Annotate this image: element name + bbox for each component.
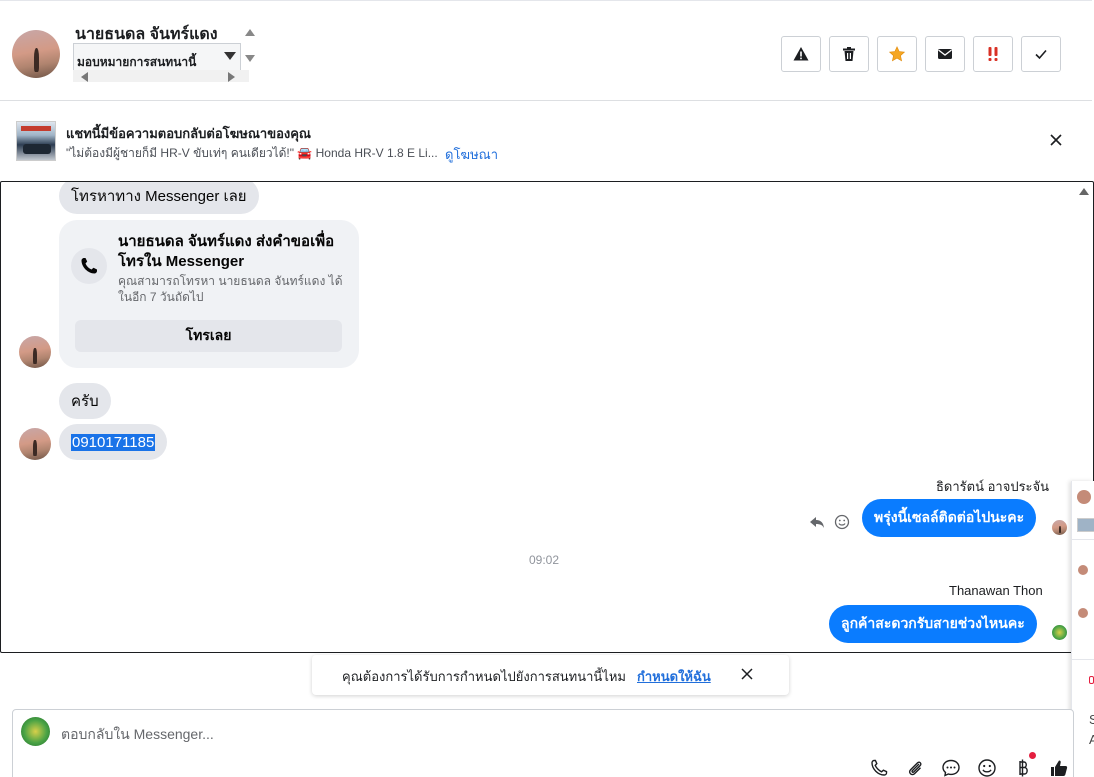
message-text: ลูกค้าสะดวกรับสายช่วงไหนคะ: [841, 615, 1025, 631]
tag-icon: [1089, 676, 1094, 684]
reply-icon[interactable]: [809, 514, 825, 530]
phone-icon: [71, 248, 107, 284]
toast-text: คุณต้องการได้รับการกำหนดไปยังการสนทนานี้…: [342, 669, 626, 684]
incoming-message[interactable]: ครับ: [59, 383, 111, 419]
assign-toast: คุณต้องการได้รับการกำหนดไปยังการสนทนานี้…: [312, 655, 789, 695]
close-icon[interactable]: [740, 667, 754, 681]
contact-avatar[interactable]: [19, 336, 51, 368]
sender-name: Thanawan Thon: [949, 583, 1043, 598]
message-text: พรุ่งนี้เซลล์ติดต่อไปนะคะ: [874, 509, 1025, 525]
call-now-button[interactable]: โทรเลย: [75, 320, 342, 352]
horizontal-scrollbar[interactable]: [73, 70, 249, 82]
assign-conversation-select[interactable]: มอบหมายการสนทนานี้: [73, 43, 241, 71]
check-icon: [1035, 49, 1047, 60]
outgoing-message[interactable]: ลูกค้าสะดวกรับสายช่วงไหนคะ: [829, 605, 1037, 643]
mark-unread-button[interactable]: [925, 36, 965, 72]
incoming-message[interactable]: 0910171185: [59, 424, 168, 460]
incoming-message[interactable]: โทรหาทาง Messenger เลย: [59, 182, 259, 214]
chat-bubble-icon[interactable]: [941, 758, 961, 777]
view-ad-link[interactable]: ดูโฆษณา: [445, 144, 498, 165]
page-avatar: [21, 717, 50, 746]
message-text: โทรหาทาง Messenger เลย: [71, 188, 247, 205]
reply-composer[interactable]: ตอบกลับใน Messenger...: [12, 709, 1074, 777]
call-card-title: นายธนดล จันทร์แดง ส่งคำขอเพื่อโทรใน Mess…: [118, 233, 335, 270]
done-button[interactable]: [1021, 36, 1061, 72]
inbox-conversation-view: นายธนดล จันทร์แดง มอบหมายการสนทนานี้ แชท…: [0, 0, 1094, 777]
spam-button[interactable]: [781, 36, 821, 72]
contact-avatar[interactable]: [19, 428, 51, 460]
ad-thumbnail-small: [1077, 518, 1094, 532]
assign-to-me-link[interactable]: กำหนดให้ฉัน: [637, 666, 711, 687]
outgoing-message[interactable]: พรุ่งนี้เซลล์ติดต่อไปนะคะ: [862, 499, 1037, 537]
seen-avatar: [1052, 625, 1067, 640]
panel-text: A: [1089, 732, 1094, 747]
scroll-down-arrow[interactable]: [245, 55, 255, 62]
emoji-react-icon[interactable]: [834, 514, 850, 530]
side-panel[interactable]: S A: [1071, 481, 1094, 777]
phone-icon[interactable]: [869, 758, 889, 777]
emoji-icon[interactable]: [977, 758, 997, 777]
sender-name: ธิดารัตน์ อาจประจัน: [936, 479, 1050, 494]
envelope-icon: [938, 49, 952, 59]
divider: [1072, 659, 1094, 660]
message-text: ครับ: [71, 393, 99, 410]
message-thread[interactable]: โทรหาทาง Messenger เลย นายธนดล จันทร์แดง…: [0, 181, 1094, 653]
scroll-up-arrow[interactable]: [245, 29, 255, 36]
conversation-header: นายธนดล จันทร์แดง มอบหมายการสนทนานี้: [0, 0, 1092, 101]
double-exclamation-icon: [988, 47, 998, 61]
participant-avatar: [1077, 490, 1091, 504]
call-request-card: นายธนดล จันทร์แดง ส่งคำขอเพื่อโทรใน Mess…: [59, 220, 359, 368]
panel-text: S: [1089, 712, 1094, 727]
scroll-up-arrow[interactable]: [1079, 188, 1089, 195]
star-icon: [889, 46, 905, 62]
paperclip-icon[interactable]: [905, 758, 925, 777]
divider: [1072, 539, 1094, 540]
thumbs-up-icon[interactable]: [1049, 758, 1069, 777]
trash-icon: [843, 47, 855, 61]
phone-number-text[interactable]: 0910171185: [71, 433, 156, 451]
reply-input[interactable]: ตอบกลับใน Messenger...: [61, 724, 214, 746]
warning-icon: [793, 47, 809, 61]
ad-reply-banner: แชทนี้มีข้อความตอบกลับต่อโฆษณาของคุณ "ไม…: [0, 101, 1092, 181]
ad-banner-description: "ไม่ต้องมีผู้ชายก็มี HR-V ขับเท่ๆ คนเดีย…: [66, 146, 438, 160]
participant-avatar: [1078, 608, 1088, 618]
ad-banner-title: แชทนี้มีข้อความตอบกลับต่อโฆษณาของคุณ: [66, 126, 311, 141]
baht-icon[interactable]: [1013, 758, 1033, 777]
scroll-left-arrow[interactable]: [81, 72, 88, 82]
scroll-right-arrow[interactable]: [228, 72, 235, 82]
ad-thumbnail[interactable]: [16, 121, 56, 161]
seen-avatar: [1052, 520, 1067, 535]
important-button[interactable]: [973, 36, 1013, 72]
delete-button[interactable]: [829, 36, 869, 72]
star-button[interactable]: [877, 36, 917, 72]
close-icon[interactable]: [1048, 132, 1064, 148]
call-card-subtitle: คุณสามารถโทรหา นายธนดล จันทร์แดง ได้ในอี…: [118, 274, 343, 304]
notification-dot: [1029, 752, 1036, 759]
chevron-down-icon: [224, 52, 236, 60]
message-timestamp: 09:02: [528, 553, 560, 567]
contact-avatar[interactable]: [12, 30, 60, 78]
participant-avatar: [1078, 565, 1088, 575]
